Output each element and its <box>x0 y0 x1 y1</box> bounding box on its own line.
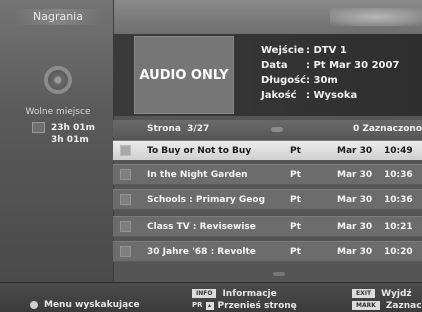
recording-icon <box>120 246 131 257</box>
footer-bar: Menu wyskakujące INFO Informacje PR ▴ Przen… <box>0 282 422 312</box>
page-indicator: Strona 3/27 <box>147 124 210 134</box>
list-header: Strona 3/27 0 Zaznaczono <box>113 120 422 138</box>
recording-day: Pt <box>290 247 301 257</box>
recording-day: Pt <box>290 195 301 205</box>
recording-date: Mar 30 <box>337 146 373 156</box>
free-time-low: 3h 01m <box>51 135 89 145</box>
recording-title: 30 Jahre '68 : Revolte <box>147 247 256 257</box>
recording-row[interactable]: Schools : Primary Geog Pt Mar 30 10:36 <box>113 189 422 210</box>
info-hint[interactable]: INFO Informacje <box>192 289 277 299</box>
free-space-label: Wolne miejsce <box>25 107 91 117</box>
mark-hint[interactable]: MARKZaznacz <box>352 301 422 311</box>
recording-date: Mar 30 <box>337 222 373 232</box>
recording-time: 10:20 <box>384 247 413 257</box>
recording-title: Class TV : Revisewise <box>147 222 256 232</box>
detail-duration: Długość: 30m <box>261 75 338 86</box>
recording-time: 10:49 <box>384 146 413 156</box>
recording-icon <box>120 194 131 205</box>
quality-high-icon <box>32 122 45 133</box>
recording-time: 10:21 <box>384 222 413 232</box>
mark-key-icon: MARK <box>352 301 380 310</box>
recording-row[interactable]: Class TV : Revisewise Pt Mar 30 10:21 <box>113 216 422 237</box>
info-key-icon: INFO <box>192 289 217 298</box>
recording-day: Pt <box>290 170 301 180</box>
page-move-hint[interactable]: PR ▴ Przenieś stronę <box>192 301 297 311</box>
popup-menu-icon <box>30 300 38 309</box>
recording-date: Mar 30 <box>337 170 373 180</box>
recording-day: Pt <box>290 146 301 156</box>
free-time-high: 23h 01m <box>32 122 95 133</box>
exit-key-icon: EXIT <box>352 289 376 298</box>
recording-row[interactable]: To Buy or Not to Buy Pt Mar 30 10:49 <box>113 140 422 161</box>
recording-details: Wejście: DTV 1 Data: Pt Mar 30 2007 Dług… <box>261 43 399 103</box>
page-title: Nagrania <box>14 9 102 25</box>
selected-count: 0 Zaznaczono <box>352 124 422 134</box>
recording-row[interactable]: In the Night Garden Pt Mar 30 10:36 <box>113 164 422 185</box>
recording-icon <box>120 169 131 180</box>
arrow-key-icon: ▴ <box>205 301 214 310</box>
preview-thumbnail: AUDIO ONLY <box>134 36 234 114</box>
detail-input: Wejście: DTV 1 <box>261 45 347 56</box>
detail-date: Data: Pt Mar 30 2007 <box>261 60 400 71</box>
detail-quality: Jakość: Wysoka <box>261 90 358 101</box>
pr-key-icon: PR <box>192 301 203 309</box>
left-panel: Nagrania Wolne miejsce 23h 01m 3h 01m <box>0 0 114 282</box>
recording-title: To Buy or Not to Buy <box>147 146 252 156</box>
recordings-screen: Nagrania Wolne miejsce 23h 01m 3h 01m AU… <box>0 0 422 312</box>
recording-icon <box>120 145 131 156</box>
recording-date: Mar 30 <box>337 247 373 257</box>
recording-time: 10:36 <box>384 170 413 180</box>
recording-title: Schools : Primary Geog <box>147 195 266 205</box>
exit-hint[interactable]: EXIT Wyjdź <box>352 289 412 299</box>
menu-hint[interactable]: Menu wyskakujące <box>30 300 140 310</box>
recording-date: Mar 30 <box>337 195 373 205</box>
recording-day: Pt <box>290 222 301 232</box>
recording-icon <box>120 221 131 232</box>
recording-row[interactable]: 30 Jahre '68 : Revolte Pt Mar 30 10:20 <box>113 241 422 262</box>
scroll-down-indicator <box>273 272 285 276</box>
recording-time: 10:36 <box>384 195 413 205</box>
disc-icon <box>44 66 72 94</box>
recording-title: In the Night Garden <box>147 170 248 180</box>
scroll-up-indicator <box>271 127 283 132</box>
